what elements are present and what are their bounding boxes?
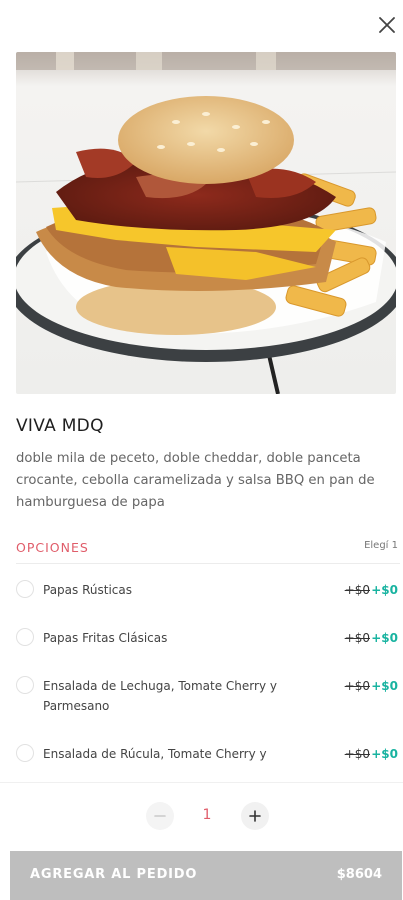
option-old-price: +$0 (344, 747, 370, 761)
quantity-value: 1 (202, 807, 212, 823)
options-list[interactable]: Papas Rústicas +$0 +$0 Papas Fritas Clás… (16, 580, 400, 780)
close-button[interactable] (372, 10, 402, 40)
option-price: +$0 (371, 747, 398, 761)
option-label: Ensalada de Lechuga, Tomate Cherry y Par… (43, 679, 277, 713)
options-heading: OPCIONES (16, 540, 89, 555)
options-header: OPCIONES Elegí 1 (16, 536, 400, 564)
radio-button[interactable] (16, 676, 34, 694)
option-price: +$0 (371, 679, 398, 693)
option-label: Papas Rústicas (43, 583, 132, 597)
radio-button[interactable] (16, 628, 34, 646)
plus-icon (249, 810, 261, 822)
product-description: doble mila de peceto, doble cheddar, dob… (16, 451, 375, 510)
option-label: Ensalada de Rúcula, Tomate Cherry y (43, 747, 267, 761)
option-old-price: +$0 (344, 679, 370, 693)
option-item[interactable]: Papas Rústicas +$0 +$0 (16, 580, 400, 628)
radio-button[interactable] (16, 580, 34, 598)
add-to-order-label: AGREGAR AL PEDIDO (30, 867, 198, 882)
option-old-price: +$0 (344, 631, 370, 645)
radio-button[interactable] (16, 744, 34, 762)
quantity-stepper: 1 (0, 782, 403, 848)
product-title: VIVA MDQ (16, 416, 104, 436)
minus-icon (154, 815, 166, 817)
decrease-quantity-button[interactable] (146, 802, 174, 830)
option-old-price: +$0 (344, 583, 370, 597)
options-rule: Elegí 1 (364, 540, 398, 551)
option-label: Papas Fritas Clásicas (43, 631, 168, 645)
option-price: +$0 (371, 583, 398, 597)
add-to-order-button[interactable]: AGREGAR AL PEDIDO $8604 (10, 851, 402, 900)
option-price: +$0 (371, 631, 398, 645)
option-item[interactable]: Ensalada de Rúcula, Tomate Cherry y +$0 … (16, 744, 400, 780)
product-image (16, 52, 396, 394)
option-item[interactable]: Ensalada de Lechuga, Tomate Cherry y Par… (16, 676, 400, 744)
increase-quantity-button[interactable] (241, 802, 269, 830)
option-item[interactable]: Papas Fritas Clásicas +$0 +$0 (16, 628, 400, 676)
close-icon (379, 17, 395, 33)
order-total: $8604 (336, 867, 382, 882)
